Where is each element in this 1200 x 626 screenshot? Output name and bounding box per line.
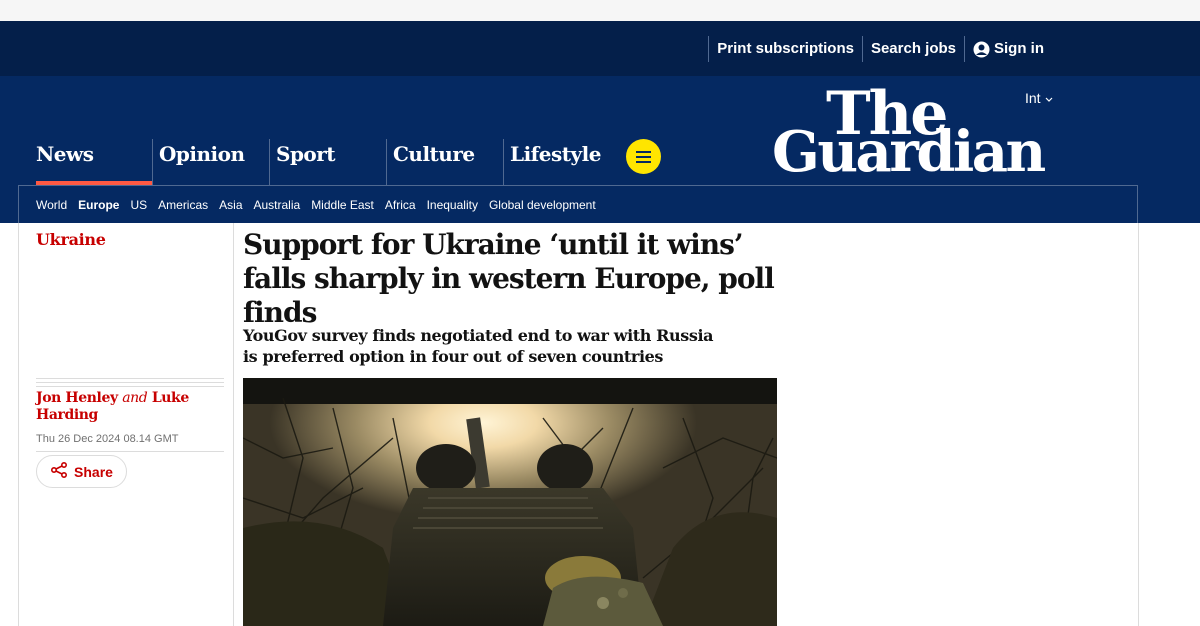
- article-main-image: [243, 378, 777, 626]
- menu-icon-bar: [636, 155, 651, 158]
- pillar-nav: News Opinion Sport Culture Lifestyle: [20, 139, 620, 185]
- share-button[interactable]: Share: [36, 455, 127, 488]
- share-label: Share: [74, 463, 113, 480]
- subnav-item-europe[interactable]: Europe: [78, 198, 119, 212]
- subnav-item-world[interactable]: World: [36, 198, 67, 212]
- pillar-opinion[interactable]: Opinion: [152, 139, 269, 185]
- menu-button[interactable]: [626, 139, 661, 174]
- sign-in-label: Sign in: [994, 40, 1044, 57]
- pillar-news[interactable]: News: [20, 139, 152, 185]
- byline: Jon Henley and Luke Harding: [36, 390, 224, 424]
- share-icon: [50, 461, 68, 481]
- edition-label: Int: [1025, 90, 1041, 106]
- column-divider: [18, 223, 19, 626]
- subnav-item-global-development[interactable]: Global development: [489, 198, 596, 212]
- subnav-item-africa[interactable]: Africa: [385, 198, 416, 212]
- subnav-item-middle-east[interactable]: Middle East: [311, 198, 374, 212]
- utility-links: Print subscriptions Search jobs Sign in: [708, 36, 1052, 62]
- publish-date: Thu 26 Dec 2024 08.14 GMT: [36, 433, 179, 445]
- subnav-item-asia[interactable]: Asia: [219, 198, 242, 212]
- subnav-item-americas[interactable]: Americas: [158, 198, 208, 212]
- section-kicker[interactable]: Ukraine: [36, 230, 106, 249]
- subnav-item-us[interactable]: US: [130, 198, 147, 212]
- byline-divider: [36, 378, 224, 387]
- chevron-down-icon: [1045, 90, 1053, 106]
- pillar-sport[interactable]: Sport: [269, 139, 386, 185]
- subnav-item-inequality[interactable]: Inequality: [427, 198, 478, 212]
- pillar-culture[interactable]: Culture: [386, 139, 503, 185]
- menu-icon-bar: [636, 160, 651, 163]
- logo-line-2: Guardian: [772, 119, 1046, 185]
- column-divider: [1138, 223, 1139, 626]
- browser-top-strip: [0, 0, 1200, 21]
- edition-switcher[interactable]: Int: [1025, 90, 1053, 106]
- article-headline: Support for Ukraine ‘until it wins’ fall…: [243, 228, 775, 329]
- subnav-item-australia[interactable]: Australia: [254, 198, 301, 212]
- byline-and: and: [122, 390, 148, 406]
- menu-icon-bar: [636, 150, 651, 153]
- sub-navigation: World Europe US Americas Asia Australia …: [18, 185, 1138, 223]
- print-subscriptions-link[interactable]: Print subscriptions: [708, 36, 862, 62]
- user-icon: [973, 41, 990, 58]
- article-standfirst: YouGov survey finds negotiated end to wa…: [243, 326, 714, 366]
- search-jobs-link[interactable]: Search jobs: [861, 36, 964, 62]
- pillar-lifestyle[interactable]: Lifestyle: [503, 139, 620, 185]
- column-divider: [233, 223, 234, 626]
- sign-in-link[interactable]: Sign in: [964, 36, 1052, 62]
- date-divider: [36, 451, 224, 452]
- author-link[interactable]: Jon Henley: [36, 390, 118, 406]
